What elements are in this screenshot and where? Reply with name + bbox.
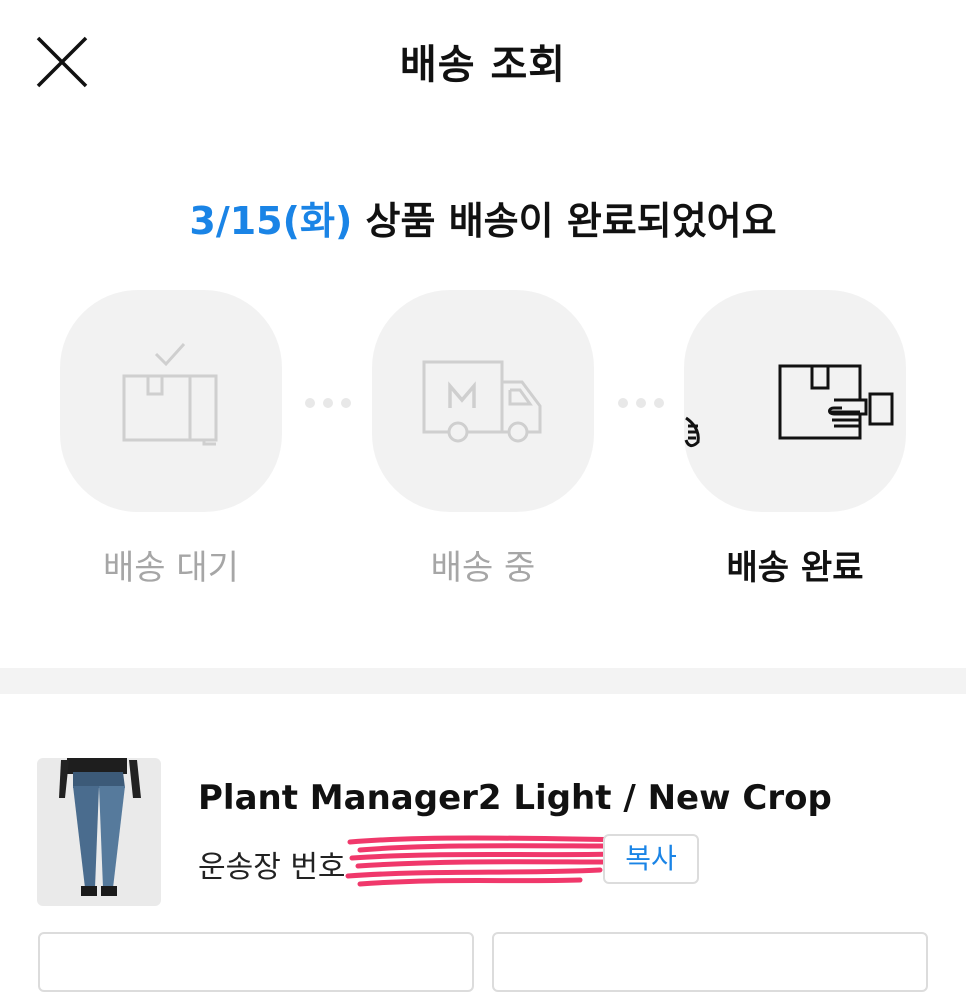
action-button-right[interactable] bbox=[492, 932, 928, 992]
section-divider bbox=[0, 668, 966, 694]
box-handover-icon bbox=[684, 364, 894, 448]
header: 배송 조회 bbox=[0, 0, 966, 120]
step-in-transit bbox=[372, 290, 594, 512]
action-button-left[interactable] bbox=[38, 932, 474, 992]
copy-tracking-button[interactable]: 복사 bbox=[603, 834, 699, 884]
step-label-waiting: 배송 대기 bbox=[103, 548, 239, 588]
status-text: 상품 배송이 완료되었어요 bbox=[352, 199, 777, 243]
step-connector-2 bbox=[618, 398, 664, 408]
tracking-number-row: 운송장 번호 bbox=[198, 842, 346, 886]
page-title: 배송 조회 bbox=[399, 42, 567, 88]
delivery-truck-icon bbox=[422, 360, 542, 443]
step-label-in-transit: 배송 중 bbox=[430, 548, 536, 588]
box-check-icon bbox=[122, 342, 218, 446]
product-name: Plant Manager2 Light / New Crop bbox=[198, 778, 832, 818]
product-image bbox=[59, 758, 141, 896]
redaction-scribble bbox=[345, 835, 633, 887]
delivery-status-message: 3/15(화) 상품 배송이 완료되었어요 bbox=[0, 190, 966, 245]
product-thumbnail[interactable] bbox=[37, 758, 161, 906]
step-waiting bbox=[60, 290, 282, 512]
step-label-delivered: 배송 완료 bbox=[726, 548, 864, 588]
step-connector-1 bbox=[305, 398, 351, 408]
tracking-label: 운송장 번호 bbox=[198, 850, 346, 885]
step-delivered bbox=[684, 290, 906, 512]
delivery-date: 3/15(화) bbox=[189, 199, 353, 243]
